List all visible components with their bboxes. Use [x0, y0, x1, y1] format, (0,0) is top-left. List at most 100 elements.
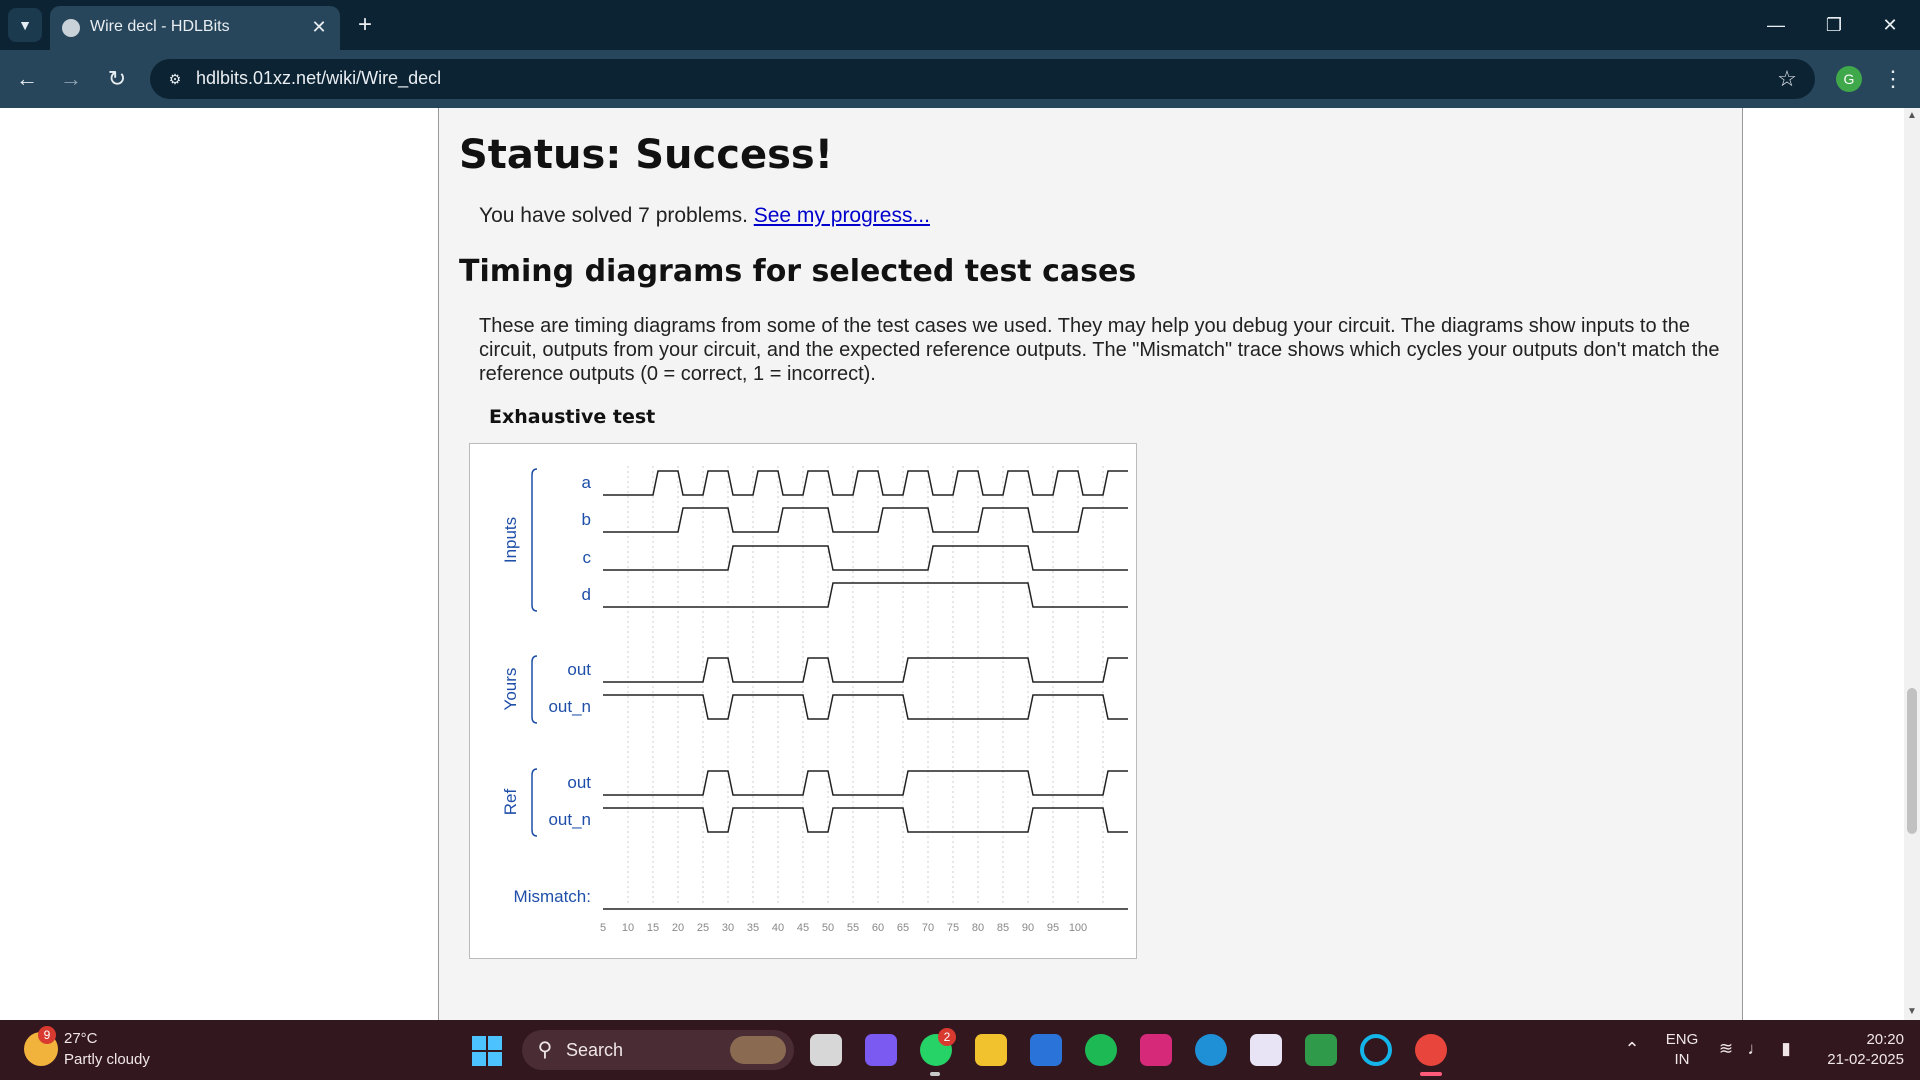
battery-icon[interactable]: ▮ — [1774, 1037, 1798, 1061]
time-tick-label: 15 — [647, 922, 659, 934]
forward-button[interactable]: → — [56, 64, 86, 94]
restore-button[interactable]: ❐ — [1814, 10, 1854, 40]
time-tick-label: 80 — [972, 922, 984, 934]
time-tick-label: 45 — [797, 922, 809, 934]
browser-menu-icon[interactable]: ⋮ — [1880, 64, 1906, 94]
tab-search-button[interactable]: ▼ — [8, 8, 42, 42]
signal-label: out_n — [548, 697, 591, 716]
taskbar-search[interactable]: ⚲ Search — [522, 1030, 794, 1070]
file-explorer-icon[interactable] — [975, 1034, 1007, 1066]
signal-label: out_n — [548, 810, 591, 829]
signal-label: b — [582, 510, 591, 529]
group-label: Ref — [501, 789, 520, 816]
search-highlight-image — [730, 1036, 786, 1064]
wifi-icon[interactable]: ≋ — [1714, 1037, 1738, 1061]
mismatch-label: Mismatch: — [514, 887, 591, 906]
diagram-title: Exhaustive test — [489, 406, 656, 428]
windows-logo-icon-part — [472, 1052, 486, 1066]
waveform-c — [603, 545, 1128, 571]
whatsapp-badge: 2 — [938, 1028, 956, 1046]
address-bar[interactable]: ⚙ hdlbits.01xz.net/wiki/Wire_decl ☆ — [150, 59, 1815, 99]
time-tick-label: 30 — [722, 922, 734, 934]
waveform-ref_out — [603, 770, 1128, 796]
signal-label: out — [567, 773, 591, 792]
chrome-icon[interactable] — [1415, 1034, 1447, 1066]
time-tick-label: 70 — [922, 922, 934, 934]
search-icon: ⚲ — [537, 1039, 553, 1061]
time-tick-label: 55 — [847, 922, 859, 934]
time-tick-label: 75 — [947, 922, 959, 934]
signal-label: c — [583, 548, 592, 567]
group-label: Yours — [501, 668, 520, 711]
spotify-icon[interactable] — [1085, 1034, 1117, 1066]
group-bracket — [531, 468, 538, 612]
time-tick-label: 85 — [997, 922, 1009, 934]
scroll-up-arrow-icon[interactable]: ▲ — [1904, 108, 1920, 124]
new-tab-button[interactable]: + — [352, 12, 378, 38]
timing-heading: Timing diagrams for selected test cases — [459, 254, 1137, 289]
scrollbar-thumb[interactable] — [1907, 688, 1917, 834]
region-code: IN — [1674, 1051, 1690, 1068]
alexa-icon[interactable] — [1360, 1034, 1392, 1066]
reload-button[interactable]: ↻ — [102, 64, 132, 94]
waveform-d — [603, 582, 1128, 608]
browser-toolbar: ← → ↻ ⚙ hdlbits.01xz.net/wiki/Wire_decl … — [0, 50, 1920, 108]
solved-line: You have solved 7 problems. See my progr… — [479, 204, 930, 228]
profile-avatar[interactable]: G — [1836, 66, 1862, 92]
bookmark-star-icon[interactable]: ☆ — [1773, 65, 1801, 93]
timing-diagram-svg: abcdoutout_noutout_nMismatch:InputsYours… — [501, 466, 1128, 934]
globe-icon — [62, 19, 80, 37]
show-hidden-icons-chevron-icon[interactable]: ⌃ — [1620, 1036, 1644, 1062]
group-label: Inputs — [501, 517, 520, 563]
windows-logo-icon-part — [488, 1052, 502, 1066]
close-window-button[interactable]: ✕ — [1870, 10, 1910, 40]
windows-logo-icon — [472, 1036, 486, 1050]
chrome-active-indicator — [1420, 1072, 1442, 1076]
time-tick-label: 95 — [1047, 922, 1059, 934]
time-tick-label: 35 — [747, 922, 759, 934]
content-column: Status: Success! You have solved 7 probl… — [438, 108, 1743, 1020]
waveform-b — [603, 507, 1128, 533]
clock[interactable]: 20:20 21-02-2025 — [1812, 1030, 1904, 1070]
google-classroom-icon[interactable] — [1305, 1034, 1337, 1066]
site-info-icon[interactable]: ⚙ — [164, 68, 186, 90]
page-scrollbar[interactable]: ▲ ▼ — [1904, 108, 1920, 1020]
solved-text: You have solved 7 problems. — [479, 204, 754, 227]
weather-badge: 9 — [38, 1026, 56, 1044]
edge-icon[interactable] — [1195, 1034, 1227, 1066]
perplexity-icon[interactable] — [1250, 1034, 1282, 1066]
time-tick-label: 65 — [897, 922, 909, 934]
weather-temperature: 27°C — [64, 1030, 98, 1047]
url-text[interactable]: hdlbits.01xz.net/wiki/Wire_decl — [196, 68, 441, 89]
waveform-yours_out_n — [603, 694, 1128, 720]
signal-label: a — [582, 473, 592, 492]
close-tab-icon[interactable]: ✕ — [308, 16, 330, 38]
volume-icon[interactable]: ♩ — [1744, 1037, 1768, 1061]
timing-description: These are timing diagrams from some of t… — [479, 315, 1720, 385]
progress-link[interactable]: See my progress... — [754, 204, 930, 227]
windows-taskbar: 9 27°C Partly cloudy ⚲ Search 2 ⌃ ENG IN… — [0, 1020, 1920, 1080]
time-tick-label: 90 — [1022, 922, 1034, 934]
timing-diagram: a b c d out out_n out out_n Mismatch: Inputs Yours… — [469, 443, 1137, 959]
scroll-down-arrow-icon[interactable]: ▼ — [1904, 1004, 1920, 1020]
time-tick-label: 100 — [1069, 922, 1087, 934]
copilot-icon[interactable] — [865, 1034, 897, 1066]
time-tick-label: 60 — [872, 922, 884, 934]
signal-label: out — [567, 660, 591, 679]
signal-label: d — [582, 585, 591, 604]
time-tick-label: 10 — [622, 922, 634, 934]
instagram-icon[interactable] — [1140, 1034, 1172, 1066]
minimize-button[interactable]: — — [1756, 10, 1796, 40]
time-tick-label: 25 — [697, 922, 709, 934]
whatsapp-running-indicator — [930, 1072, 940, 1076]
start-button[interactable] — [472, 1036, 502, 1066]
time-tick-label: 50 — [822, 922, 834, 934]
microsoft-store-icon[interactable] — [1030, 1034, 1062, 1066]
status-heading: Status: Success! — [459, 132, 833, 178]
task-view-icon[interactable] — [810, 1034, 842, 1066]
language-indicator[interactable]: ENG IN — [1665, 1030, 1699, 1070]
clock-time: 20:20 — [1866, 1031, 1904, 1048]
waveform-ref_out_n — [603, 807, 1128, 833]
back-button[interactable]: ← — [12, 64, 42, 94]
active-tab[interactable]: Wire decl - HDLBits ✕ — [50, 6, 340, 50]
